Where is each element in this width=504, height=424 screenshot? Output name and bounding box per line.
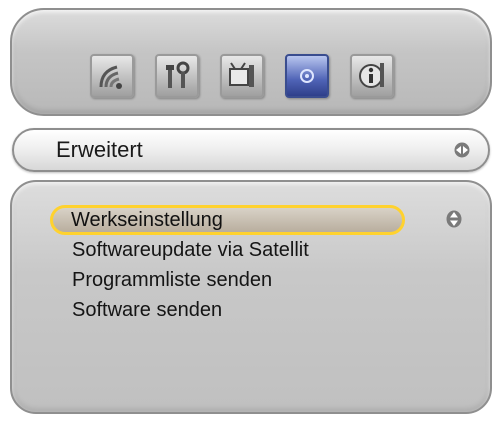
tools-icon[interactable] (155, 54, 199, 98)
info-icon[interactable] (350, 54, 394, 98)
menu-item-softwareupdate[interactable]: Softwareupdate via Satellit (50, 235, 405, 265)
tv-settings-icon[interactable] (220, 54, 264, 98)
menu-list: Werkseinstellung Softwareupdate via Sate… (50, 205, 405, 325)
left-right-arrows-icon (454, 142, 470, 158)
menu-item-programmliste-senden[interactable]: Programmliste senden (50, 265, 405, 295)
menu-item-werkseinstellung[interactable]: Werkseinstellung (50, 205, 405, 235)
reception-icon[interactable] (90, 54, 134, 98)
category-icons (90, 54, 394, 98)
osd-menu: Erweitert Werkseinstellung Softwareupdat… (8, 8, 494, 414)
menu-panel: Werkseinstellung Softwareupdate via Sate… (10, 180, 492, 414)
menu-item-software-senden[interactable]: Software senden (50, 295, 405, 325)
page-title: Erweitert (56, 137, 143, 162)
advanced-icon[interactable] (285, 54, 329, 98)
up-down-arrows-icon (446, 210, 462, 228)
category-toolbar (10, 8, 492, 116)
section-header: Erweitert (12, 128, 490, 172)
